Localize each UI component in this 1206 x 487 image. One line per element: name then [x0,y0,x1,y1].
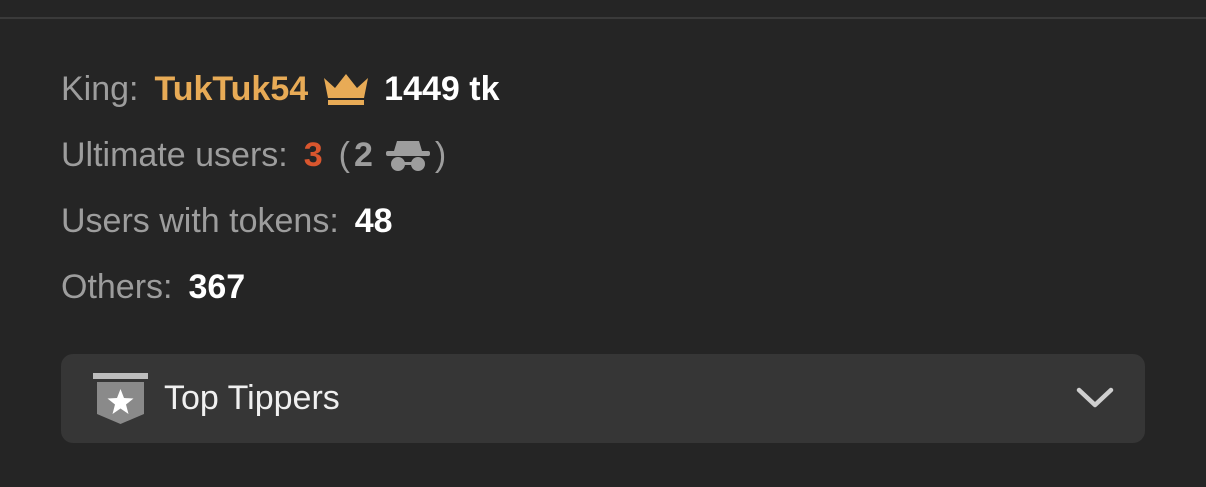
star-badge-icon [93,372,148,425]
ultimate-users-row: Ultimate users: 3 ( 2 ) [61,122,500,188]
stats-list: King: TukTuk54 1449 tk Ultimate users: 3… [61,56,500,320]
king-username[interactable]: TukTuk54 [155,70,309,109]
anonymous-users-count: 2 [353,135,373,174]
top-divider [0,17,1206,19]
others-count: 367 [188,267,246,306]
king-tokens: 1449 tk [384,69,500,108]
paren-close: ) [434,135,447,174]
others-row: Others: 367 [61,254,500,320]
king-label: King: [61,69,139,108]
ultimate-users-label: Ultimate users: [61,135,288,174]
others-label: Others: [61,267,173,306]
user-stats-panel: King: TukTuk54 1449 tk Ultimate users: 3… [0,0,1206,487]
paren-open: ( [338,135,350,174]
top-tippers-dropdown[interactable]: Top Tippers [61,354,1145,443]
top-tippers-label: Top Tippers [164,379,340,417]
chevron-down-icon[interactable] [1075,383,1115,413]
users-with-tokens-count: 48 [354,201,393,240]
users-with-tokens-row: Users with tokens: 48 [61,188,500,254]
incognito-icon [383,137,433,173]
users-with-tokens-label: Users with tokens: [61,201,339,240]
ultimate-users-count: 3 [303,135,323,174]
king-row: King: TukTuk54 1449 tk [61,56,500,122]
crown-icon [322,72,370,106]
